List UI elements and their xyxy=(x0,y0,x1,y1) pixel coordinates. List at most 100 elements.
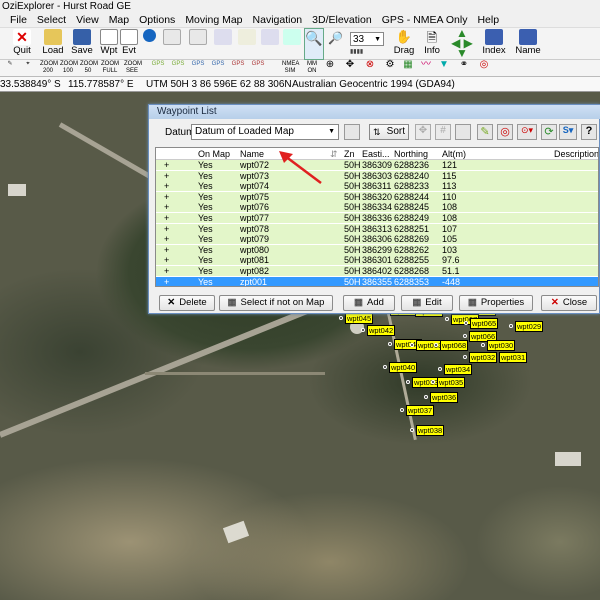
row-expand-icon[interactable]: + xyxy=(164,277,169,286)
waypoint-marker[interactable] xyxy=(406,380,410,384)
column-alt[interactable]: Alt(m) xyxy=(442,148,466,160)
zoom-select[interactable]: 33 ▼ xyxy=(350,32,384,46)
table-row[interactable]: + Yes zpt001 50H 386355 6288353 -448 xyxy=(156,276,598,286)
table-row[interactable]: + Yes wpt081 50H 386301 6288255 97.6 xyxy=(156,255,598,266)
info-button[interactable]: 🗎 Info xyxy=(420,28,444,60)
waypoint-label[interactable]: wpt038 xyxy=(416,425,445,436)
menu-options[interactable]: Options xyxy=(139,13,175,27)
gps-3-button[interactable]: GPS xyxy=(190,61,206,75)
table-row[interactable]: + Yes wpt073 50H 386303 6288240 115 xyxy=(156,170,598,181)
grid-button[interactable] xyxy=(260,28,280,60)
menu-file[interactable]: File xyxy=(10,13,27,27)
name-button[interactable]: Name xyxy=(514,28,542,60)
waypoint-marker[interactable] xyxy=(410,343,414,347)
target-icon-button[interactable]: ◎ xyxy=(497,124,513,140)
waypoint-label[interactable]: wpt065 xyxy=(470,318,499,329)
gps-4-button[interactable]: GPS xyxy=(210,61,226,75)
datum-icon-button[interactable] xyxy=(344,124,360,140)
table-row[interactable]: + Yes wpt078 50H 386313 6288251 107 xyxy=(156,223,598,234)
waypoint-marker[interactable] xyxy=(361,328,365,332)
edit-button[interactable]: ▦ Edit xyxy=(401,295,453,311)
waypoint-marker[interactable] xyxy=(400,408,404,412)
close-button[interactable]: ✕ Close xyxy=(541,295,597,311)
signal-icon[interactable]: ▼ xyxy=(436,60,452,75)
zoom-50-button[interactable]: ZOOM 50 xyxy=(80,61,98,75)
table-row[interactable]: + Yes wpt072 50H 386309 6288236 121 xyxy=(156,160,598,170)
waypoint-label[interactable]: wpt031 xyxy=(499,352,528,363)
datum-select[interactable]: Datum of Loaded Map ▼ xyxy=(191,124,339,140)
chart-icon[interactable]: 〰 xyxy=(418,60,434,75)
mm-on-button[interactable]: MM ON xyxy=(304,61,320,75)
waypoint-label[interactable]: wpt034 xyxy=(444,364,473,375)
toggle-button[interactable] xyxy=(212,28,234,60)
zoom-100-button[interactable]: ZOOM 100 xyxy=(60,61,78,75)
marker-button[interactable] xyxy=(140,28,158,60)
link-icon[interactable]: ⚭ xyxy=(456,60,472,75)
target-icon[interactable]: ⊕ xyxy=(322,60,338,75)
show-button[interactable] xyxy=(186,28,210,60)
waypoint-marker[interactable] xyxy=(464,321,468,325)
menu-help[interactable]: Help xyxy=(477,13,499,27)
move-icon-button[interactable]: ✥ xyxy=(415,124,431,140)
waypoint-marker[interactable] xyxy=(410,428,414,432)
load-button[interactable]: Load xyxy=(40,28,66,60)
properties-button[interactable]: ▦ Properties xyxy=(459,295,533,311)
waypoint-marker[interactable] xyxy=(339,316,343,320)
waypoint-label[interactable]: wpt042 xyxy=(367,325,396,336)
select-if-not-on-map-button[interactable]: ▦ Select if not on Map xyxy=(219,295,333,311)
waypoint-marker[interactable] xyxy=(388,342,392,346)
zoom-see-button[interactable]: ZOOM SEE xyxy=(124,61,142,75)
wpt-button[interactable]: Wpt xyxy=(100,28,118,60)
edit-tool-icon[interactable]: ⌖ xyxy=(20,61,36,75)
column-description[interactable]: Description xyxy=(554,148,598,160)
evt-button[interactable]: Evt xyxy=(120,28,138,60)
delete-button[interactable]: ✕ Delete xyxy=(159,295,215,311)
row-expand-icon[interactable]: + xyxy=(164,224,169,234)
table-row[interactable]: + Yes wpt075 50H 386320 6288244 110 xyxy=(156,191,598,202)
waypoint-label[interactable]: wpt029 xyxy=(515,321,544,332)
row-expand-icon[interactable]: + xyxy=(164,213,169,223)
nmea-sim-button[interactable]: NMEA SIM xyxy=(282,61,299,75)
table-row[interactable]: + Yes wpt074 50H 386311 6288233 113 xyxy=(156,181,598,192)
waypoint-marker[interactable] xyxy=(424,395,428,399)
waypoint-label[interactable]: wpt037 xyxy=(406,405,435,416)
menu-select[interactable]: Select xyxy=(37,13,66,27)
zoom-full-button[interactable]: ZOOM FULL xyxy=(100,61,120,75)
menu-moving-map[interactable]: Moving Map xyxy=(185,13,242,27)
waypoint-label[interactable]: wpt068 xyxy=(440,340,469,351)
stop-icon[interactable]: ⊗ xyxy=(362,60,378,75)
table-row[interactable]: + Yes wpt079 50H 386306 6288269 105 xyxy=(156,234,598,245)
zoom-tool-button[interactable]: 🔍 xyxy=(304,28,324,60)
waypoint-marker[interactable] xyxy=(481,343,485,347)
settings-icon[interactable]: ⚙ xyxy=(382,60,398,75)
waypoint-marker[interactable] xyxy=(445,317,449,321)
gps-5-button[interactable]: GPS xyxy=(230,61,246,75)
row-expand-icon[interactable]: + xyxy=(164,234,169,244)
help-icon-button[interactable]: ? xyxy=(581,124,597,140)
column-northing[interactable]: Northing xyxy=(394,148,428,160)
menu-gps-nmea[interactable]: GPS - NMEA Only xyxy=(382,13,468,27)
table-icon-button[interactable] xyxy=(455,124,471,140)
table-row[interactable]: + Yes wpt076 50H 386334 6288245 108 xyxy=(156,202,598,213)
row-expand-icon[interactable]: + xyxy=(164,202,169,212)
sort-button[interactable]: ⇅ Sort xyxy=(369,124,409,140)
drag-button[interactable]: ✋ Drag xyxy=(392,28,416,60)
row-expand-icon[interactable]: + xyxy=(164,266,169,276)
menu-map[interactable]: Map xyxy=(109,13,129,27)
row-expand-icon[interactable]: + xyxy=(164,171,169,181)
save-button[interactable]: Save xyxy=(70,28,94,60)
column-name[interactable]: Name xyxy=(240,148,264,160)
table-row[interactable]: + Yes wpt080 50H 386299 6288262 103 xyxy=(156,244,598,255)
row-expand-icon[interactable]: + xyxy=(164,245,169,255)
zoom-buttons[interactable]: 🔎 xyxy=(328,31,348,55)
waypoint-label[interactable]: wpt032 xyxy=(469,352,498,363)
route-button[interactable] xyxy=(282,28,302,60)
column-easting[interactable]: Easti... xyxy=(362,148,390,160)
waypoint-label[interactable]: wpt036 xyxy=(430,392,459,403)
waypoint-marker[interactable] xyxy=(431,380,435,384)
waypoint-label[interactable]: wpt040 xyxy=(389,362,418,373)
column-zn[interactable]: Zn xyxy=(344,148,355,160)
alert-icon[interactable]: ◎ xyxy=(476,60,492,75)
waypoint-label[interactable]: wpt030 xyxy=(487,340,516,351)
row-expand-icon[interactable]: + xyxy=(164,192,169,202)
